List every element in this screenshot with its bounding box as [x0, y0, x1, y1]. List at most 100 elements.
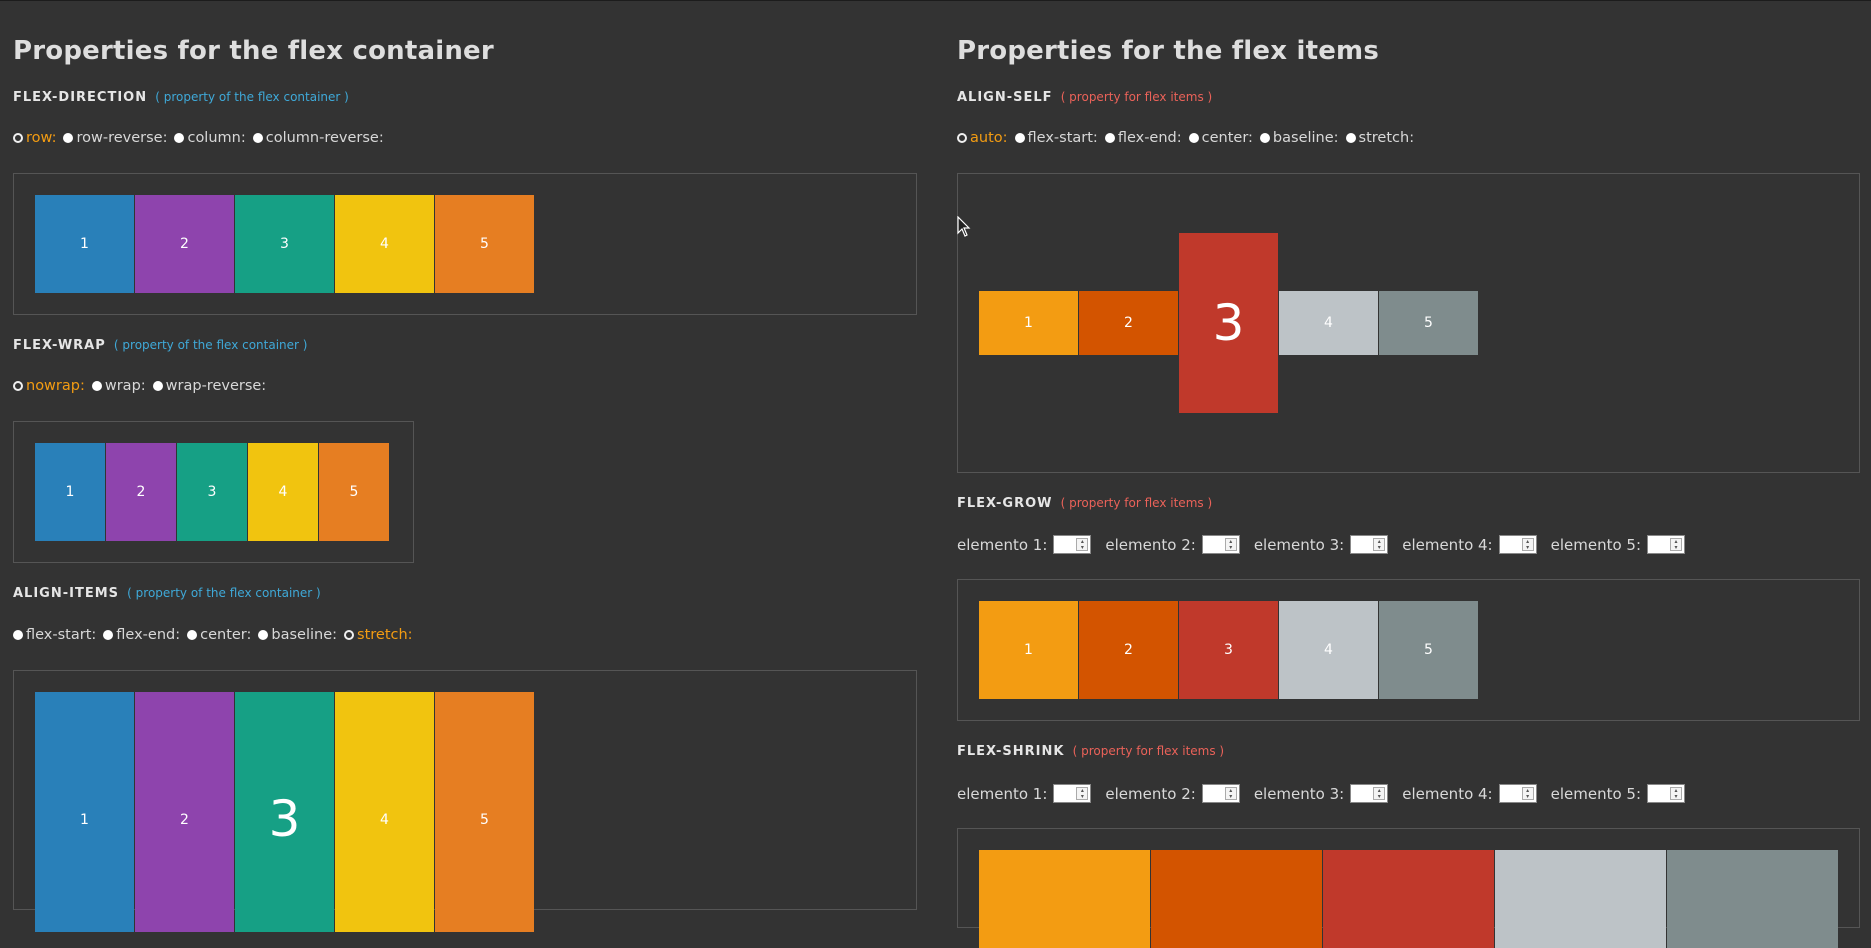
number-input[interactable]: ▴ ▾: [1498, 784, 1537, 803]
radio-option-auto[interactable]: auto:: [957, 130, 1008, 146]
flex-item-5: 5: [435, 692, 534, 932]
mouse-pointer-icon: [957, 216, 971, 237]
radio-option-flex-start[interactable]: flex-start:: [1014, 130, 1098, 146]
radio-label: column-reverse:: [265, 130, 384, 146]
input-label: elemento 4:: [1402, 535, 1493, 554]
radio-label: flex-start:: [1027, 130, 1098, 146]
radio-option-center[interactable]: center:: [187, 627, 251, 643]
flex-grow-element-3: elemento 3: ▴ ▾: [1253, 535, 1389, 554]
flex-item-1: 1: [979, 601, 1078, 699]
radio-icon[interactable]: [13, 381, 23, 391]
number-input[interactable]: ▴ ▾: [1647, 535, 1686, 554]
spinner-icon[interactable]: ▴ ▾: [1521, 787, 1534, 800]
radio-icon[interactable]: [1014, 133, 1025, 143]
radio-option-wrap[interactable]: wrap:: [91, 378, 146, 394]
flex-item-5: 5: [319, 443, 389, 541]
flex-item-2: 2: [135, 692, 234, 932]
number-input[interactable]: ▴ ▾: [1350, 784, 1389, 803]
radio-label: baseline:: [1272, 130, 1339, 146]
radio-option-nowrap[interactable]: nowrap:: [13, 378, 85, 394]
radio-option-stretch[interactable]: stretch:: [1345, 130, 1414, 146]
radio-option-flex-start[interactable]: flex-start:: [13, 627, 96, 643]
radio-icon[interactable]: [1259, 133, 1270, 143]
radio-option-row[interactable]: row:: [13, 130, 56, 146]
radio-icon[interactable]: [13, 630, 23, 640]
radio-label: center:: [200, 627, 252, 643]
flex-item-3: [1323, 850, 1494, 948]
number-input[interactable]: ▴ ▾: [1350, 535, 1389, 554]
flex-item-1: [979, 850, 1150, 948]
input-label: elemento 1:: [957, 784, 1048, 803]
number-input[interactable]: ▴ ▾: [1053, 535, 1092, 554]
radio-icon[interactable]: [152, 381, 163, 391]
spinner-icon[interactable]: ▴ ▾: [1076, 538, 1089, 551]
spinner-icon[interactable]: ▴ ▾: [1224, 538, 1237, 551]
section-name: FLEX-GROW: [957, 496, 1053, 511]
radio-option-flex-end[interactable]: flex-end:: [1104, 130, 1182, 146]
number-input[interactable]: ▴ ▾: [1647, 784, 1686, 803]
flex-shrink-element-3: elemento 3: ▴ ▾: [1254, 784, 1389, 803]
spinner-icon[interactable]: ▴ ▾: [1076, 787, 1089, 800]
input-label: elemento 1:: [957, 535, 1048, 554]
radio-option-column[interactable]: column:: [174, 130, 246, 146]
radio-option-baseline[interactable]: baseline:: [258, 627, 337, 643]
demo-box-flex-wrap: 1 2 3 4 5: [13, 421, 414, 563]
radio-icon[interactable]: [1188, 133, 1199, 143]
section-note: ( property of the flex container ): [113, 338, 308, 352]
number-input[interactable]: ▴ ▾: [1053, 784, 1092, 803]
flex-grow-element-5: elemento 5: ▴ ▾: [1550, 535, 1686, 554]
radio-option-row-reverse[interactable]: row-reverse:: [63, 130, 167, 146]
flex-grow-element-1: elemento 1: ▴ ▾: [957, 535, 1092, 554]
radio-option-wrap-reverse[interactable]: wrap-reverse:: [152, 378, 267, 394]
radio-icon[interactable]: [91, 381, 102, 391]
flex-shrink-element-4: elemento 4: ▴ ▾: [1402, 784, 1537, 803]
radio-icon[interactable]: [252, 133, 263, 143]
number-input[interactable]: ▴ ▾: [1201, 784, 1240, 803]
flex-item-1: 1: [35, 443, 105, 541]
radio-icon[interactable]: [174, 133, 185, 143]
spinner-icon[interactable]: ▴ ▾: [1670, 787, 1683, 800]
input-label: elemento 5:: [1550, 535, 1642, 554]
spinner-icon[interactable]: ▴ ▾: [1224, 787, 1237, 800]
flex-shrink-element-2: elemento 2: ▴ ▾: [1105, 784, 1240, 803]
demo-box-flex-grow: 1 2 3 4 5: [957, 579, 1860, 721]
radio-label: row-reverse:: [76, 130, 168, 146]
flex-item-4: 4: [1279, 601, 1378, 699]
radio-icon[interactable]: [187, 630, 198, 640]
radio-label: center:: [1201, 130, 1253, 146]
section-name: FLEX-DIRECTION: [13, 90, 148, 105]
spinner-icon[interactable]: ▴ ▾: [1373, 538, 1386, 551]
number-input[interactable]: ▴ ▾: [1201, 535, 1240, 554]
radio-icon[interactable]: [957, 133, 967, 143]
flex-item-3: 3: [235, 692, 334, 932]
radio-icon[interactable]: [258, 630, 269, 640]
radio-icon[interactable]: [344, 630, 355, 640]
top-border: [0, 0, 1871, 1]
section-name: FLEX-SHRINK: [957, 744, 1065, 759]
section-title-flex-grow: FLEX-GROW ( property for flex items ): [957, 496, 1212, 511]
flex-item-4: 4: [248, 443, 318, 541]
radio-group-align-self: auto: flex-start: flex-end: center: base…: [957, 130, 1421, 146]
radio-icon[interactable]: [1104, 133, 1115, 143]
radio-option-flex-end[interactable]: flex-end:: [103, 627, 180, 643]
number-input[interactable]: ▴ ▾: [1498, 535, 1537, 554]
radio-option-column-reverse[interactable]: column-reverse:: [252, 130, 384, 146]
radio-label: wrap-reverse:: [165, 378, 267, 394]
flex-item-3: 3: [1179, 601, 1278, 699]
input-label: elemento 3:: [1253, 535, 1345, 554]
radio-option-baseline[interactable]: baseline:: [1259, 130, 1339, 146]
radio-icon[interactable]: [103, 630, 114, 640]
flex-item-4: 4: [335, 692, 434, 932]
spinner-icon[interactable]: ▴ ▾: [1521, 538, 1534, 551]
spinner-icon[interactable]: ▴ ▾: [1373, 787, 1386, 800]
flex-item-2: 2: [135, 195, 234, 293]
radio-icon[interactable]: [13, 133, 23, 143]
radio-icon[interactable]: [63, 133, 74, 143]
radio-option-center[interactable]: center:: [1188, 130, 1253, 146]
radio-option-stretch[interactable]: stretch:: [344, 627, 413, 643]
demo-box-flex-shrink: [957, 828, 1860, 948]
section-title-align-items: ALIGN-ITEMS ( property of the flex conta…: [13, 586, 321, 601]
input-label: elemento 2:: [1105, 535, 1196, 554]
radio-icon[interactable]: [1345, 133, 1356, 143]
spinner-icon[interactable]: ▴ ▾: [1670, 538, 1683, 551]
